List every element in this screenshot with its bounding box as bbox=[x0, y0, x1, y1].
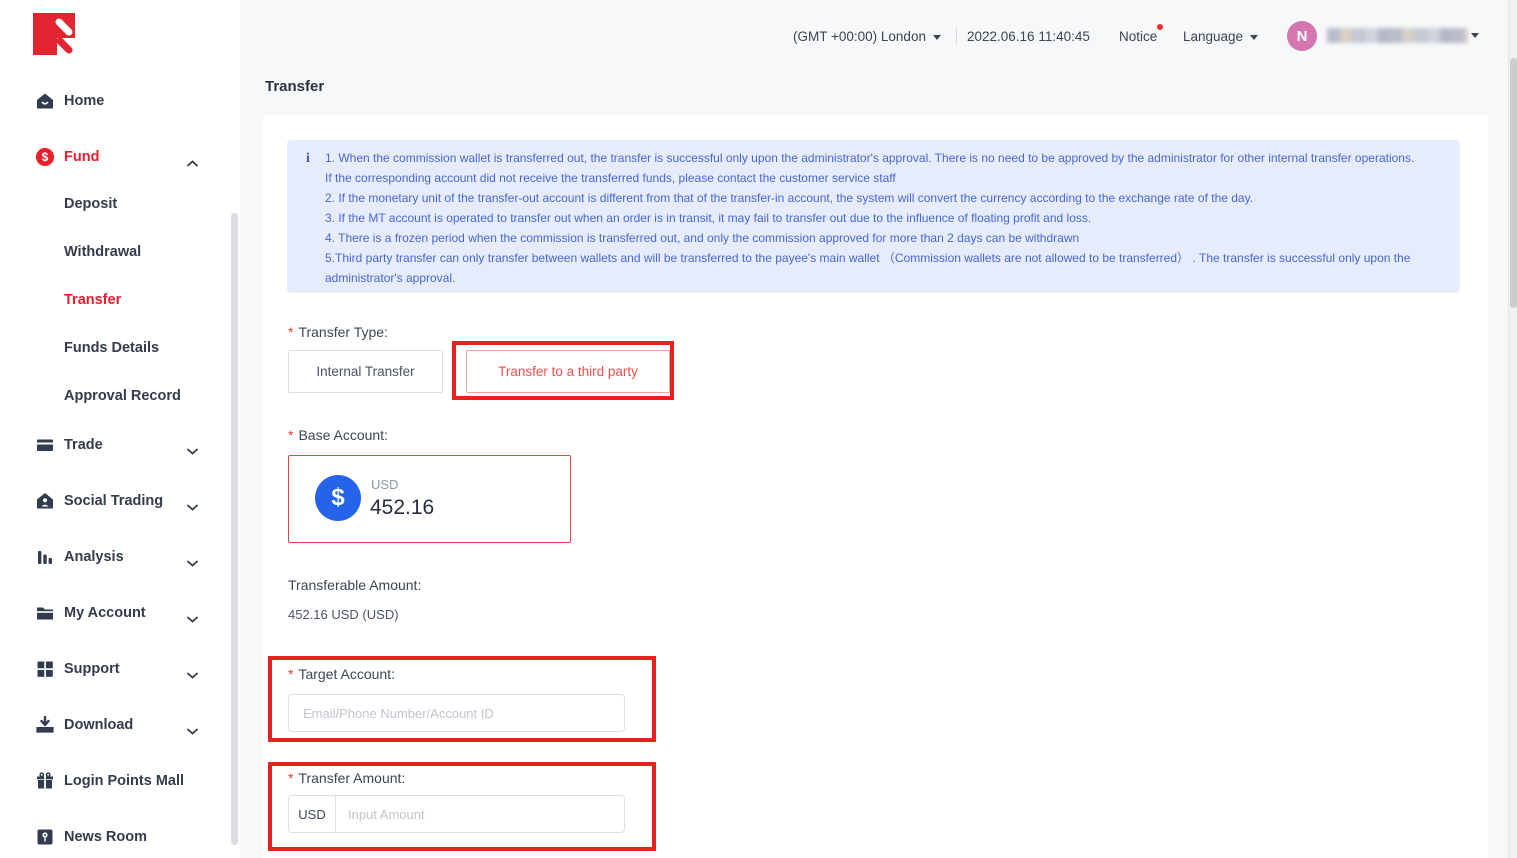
required-marker: * bbox=[288, 427, 293, 443]
fund-icon: $ bbox=[36, 148, 54, 166]
target-account-label: *Target Account: bbox=[288, 666, 395, 682]
user-avatar[interactable]: N bbox=[1287, 21, 1317, 51]
sidebar-item-news-room[interactable]: News Room bbox=[0, 826, 232, 850]
notice-badge-dot bbox=[1157, 24, 1163, 30]
trade-icon bbox=[36, 436, 54, 454]
user-menu-chevron-icon[interactable] bbox=[1471, 33, 1479, 38]
transferable-amount-label: Transferable Amount: bbox=[288, 577, 421, 593]
analysis-icon bbox=[36, 548, 54, 566]
sidebar-item-social-trading[interactable]: Social Trading bbox=[0, 490, 232, 514]
news-room-icon bbox=[36, 828, 54, 846]
base-account-balance: 452.16 bbox=[370, 496, 434, 520]
notice-link[interactable]: Notice bbox=[1119, 29, 1157, 44]
timezone-label: (GMT +00:00) London bbox=[793, 29, 926, 44]
sidebar-item-label: Deposit bbox=[64, 196, 117, 212]
sidebar-item-label: Withdrawal bbox=[64, 244, 141, 260]
info-notice-text: 1. When the commission wallet is transfe… bbox=[325, 148, 1453, 288]
sidebar-item-label: Funds Details bbox=[64, 340, 159, 356]
info-line: 2. If the monetary unit of the transfer-… bbox=[325, 188, 1453, 208]
sidebar-item-label: Analysis bbox=[64, 549, 124, 565]
target-account-input[interactable] bbox=[288, 694, 625, 732]
sidebar-item-transfer[interactable]: Transfer bbox=[0, 289, 232, 313]
sidebar-item-support[interactable]: Support bbox=[0, 658, 232, 682]
sidebar-item-login-points-mall[interactable]: Login Points Mall bbox=[0, 770, 232, 794]
sidebar-item-trade[interactable]: Trade bbox=[0, 434, 232, 458]
sidebar-item-label: Trade bbox=[64, 437, 103, 453]
sidebar-item-download[interactable]: Download bbox=[0, 714, 232, 738]
internal-transfer-button[interactable]: Internal Transfer bbox=[288, 350, 443, 393]
transfer-amount-label: *Transfer Amount: bbox=[288, 770, 405, 786]
sidebar-item-label: Social Trading bbox=[64, 493, 163, 509]
sidebar-item-funds-details[interactable]: Funds Details bbox=[0, 337, 232, 361]
sidebar-item-withdrawal[interactable]: Withdrawal bbox=[0, 241, 232, 265]
username-blurred[interactable] bbox=[1327, 28, 1468, 43]
sidebar-item-label: Transfer bbox=[64, 292, 121, 308]
download-icon bbox=[36, 716, 54, 734]
sidebar-item-approval-record[interactable]: Approval Record bbox=[0, 385, 232, 409]
required-marker: * bbox=[288, 324, 293, 340]
language-label: Language bbox=[1183, 29, 1243, 44]
base-account-card[interactable]: $ USD 452.16 bbox=[288, 455, 571, 543]
chevron-down-icon bbox=[187, 442, 198, 460]
language-selector[interactable]: Language bbox=[1183, 29, 1258, 44]
sidebar-item-label: Home bbox=[64, 93, 104, 109]
chevron-down-icon bbox=[187, 610, 198, 628]
sidebar-item-label: News Room bbox=[64, 829, 147, 845]
sidebar-item-label: Download bbox=[64, 717, 133, 733]
sidebar-item-analysis[interactable]: Analysis bbox=[0, 546, 232, 570]
sidebar-item-label: Support bbox=[64, 661, 120, 677]
transfer-type-label: *Transfer Type: bbox=[288, 324, 388, 340]
info-notice-box: i 1. When the commission wallet is trans… bbox=[287, 140, 1460, 293]
chevron-down-icon bbox=[1250, 35, 1258, 40]
info-line: administrator's approval. bbox=[325, 268, 1453, 288]
sidebar: Home $ Fund Deposit Withdrawal Transfer … bbox=[0, 0, 240, 858]
gift-icon bbox=[36, 772, 54, 790]
currency-dollar-icon: $ bbox=[315, 475, 361, 521]
sidebar-item-label: Approval Record bbox=[64, 388, 181, 404]
sidebar-scrollbar[interactable] bbox=[231, 213, 238, 845]
sidebar-item-label: Login Points Mall bbox=[64, 773, 184, 789]
info-line: 5.Third party transfer can only transfer… bbox=[325, 248, 1453, 268]
sidebar-item-label: My Account bbox=[64, 605, 146, 621]
info-icon: i bbox=[306, 151, 310, 167]
chevron-down-icon bbox=[933, 35, 941, 40]
transfer-content-card: i 1. When the commission wallet is trans… bbox=[263, 115, 1488, 858]
folder-icon bbox=[36, 604, 54, 622]
sidebar-item-label: Fund bbox=[64, 149, 99, 165]
app-root: Home $ Fund Deposit Withdrawal Transfer … bbox=[0, 0, 1517, 858]
home-icon bbox=[36, 92, 54, 110]
topbar-divider bbox=[956, 27, 957, 45]
page-scrollbar-thumb[interactable] bbox=[1510, 58, 1517, 308]
brand-logo-icon[interactable] bbox=[33, 13, 75, 55]
third-party-transfer-button[interactable]: Transfer to a third party bbox=[466, 350, 670, 393]
support-grid-icon bbox=[36, 660, 54, 678]
transfer-amount-input-group: USD bbox=[288, 795, 625, 833]
chevron-up-icon bbox=[187, 154, 198, 172]
timezone-selector[interactable]: (GMT +00:00) London bbox=[793, 29, 941, 44]
sidebar-item-fund[interactable]: $ Fund bbox=[0, 146, 232, 170]
base-account-currency: USD bbox=[371, 477, 398, 492]
info-line: If the corresponding account did not rec… bbox=[325, 168, 1453, 188]
datetime-display: 2022.06.16 11:40:45 bbox=[967, 29, 1090, 44]
amount-currency-prefix: USD bbox=[289, 796, 336, 832]
chevron-down-icon bbox=[187, 666, 198, 684]
transfer-amount-input[interactable] bbox=[336, 796, 624, 832]
info-line: 3. If the MT account is operated to tran… bbox=[325, 208, 1453, 228]
page-title: Transfer bbox=[265, 78, 324, 95]
base-account-label: *Base Account: bbox=[288, 427, 388, 443]
required-marker: * bbox=[288, 770, 293, 786]
chevron-down-icon bbox=[187, 554, 198, 572]
sidebar-item-deposit[interactable]: Deposit bbox=[0, 193, 232, 217]
transferable-amount-value: 452.16 USD (USD) bbox=[288, 607, 399, 622]
sidebar-item-my-account[interactable]: My Account bbox=[0, 602, 232, 626]
chevron-down-icon bbox=[187, 722, 198, 740]
sidebar-item-home[interactable]: Home bbox=[0, 90, 232, 114]
chevron-down-icon bbox=[187, 498, 198, 516]
info-line: 4. There is a frozen period when the com… bbox=[325, 228, 1453, 248]
social-trading-icon bbox=[36, 492, 54, 510]
info-line: 1. When the commission wallet is transfe… bbox=[325, 148, 1453, 168]
required-marker: * bbox=[288, 666, 293, 682]
